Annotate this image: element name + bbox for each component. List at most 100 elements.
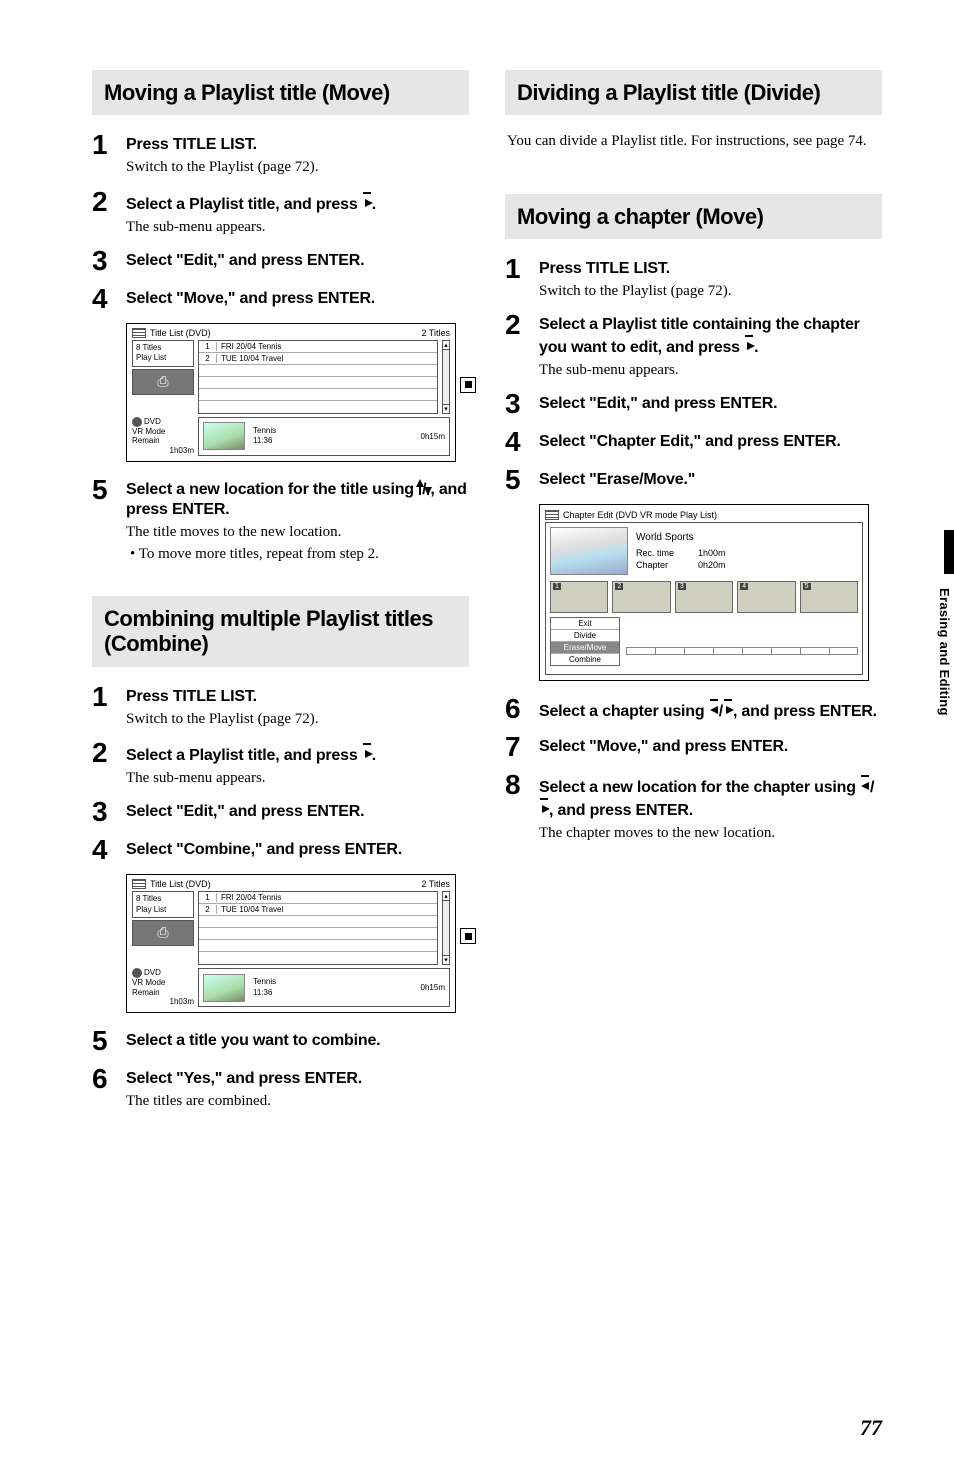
section-header-divide: Dividing a Playlist title (Divide) xyxy=(505,70,882,115)
step-number: 6 xyxy=(92,1065,112,1093)
step-title-part: Select a new location for the title usin… xyxy=(126,481,418,498)
step-title: Select "Chapter Edit," and press ENTER. xyxy=(539,432,882,452)
thumbnail-image xyxy=(203,422,245,450)
timeline-bar xyxy=(626,647,858,655)
thumb-num: 2 xyxy=(615,583,623,590)
ss-header-right: 2 Titles xyxy=(421,879,450,889)
chapter-menu: Exit Divide Erase/Move Combine xyxy=(550,617,620,666)
ss-row-num: 2 xyxy=(199,354,217,363)
step-bullet: • To move more titles, repeat from step … xyxy=(126,544,469,564)
step-title: Select "Combine," and press ENTER. xyxy=(126,840,469,860)
step-number: 3 xyxy=(92,798,112,826)
list-icon xyxy=(545,510,559,520)
step-6: 6 Select "Yes," and press ENTER. The tit… xyxy=(92,1065,469,1111)
thumb-num: 4 xyxy=(740,583,748,590)
step-5: 5 Select a new location for the title us… xyxy=(92,476,469,565)
scroll-up-icon: ▴ xyxy=(444,341,448,349)
step-1: 1 Press TITLE LIST. Switch to the Playli… xyxy=(505,255,882,301)
step-title: Select a new location for the title usin… xyxy=(126,480,469,520)
right-arrow-icon xyxy=(745,335,753,337)
ss-remain-label: Remain xyxy=(132,988,194,998)
step-title-part: . xyxy=(372,747,376,764)
ss-mode2: VR Mode xyxy=(132,427,194,437)
step-number: 7 xyxy=(505,733,525,761)
stop-icon xyxy=(460,928,476,944)
section-header-move-chapter: Moving a chapter (Move) xyxy=(505,194,882,239)
step-number: 1 xyxy=(92,131,112,159)
ss-mode2: VR Mode xyxy=(132,978,194,988)
step-1: 1 Press TITLE LIST. Switch to the Playli… xyxy=(92,131,469,177)
preview-image xyxy=(550,527,628,575)
playlist-icon: ⎙ xyxy=(132,920,194,946)
right-arrow-icon xyxy=(363,743,371,745)
step-6: 6 Select a chapter using /, and press EN… xyxy=(505,695,882,723)
ss-sidebar-text: 8 Titles xyxy=(136,894,190,904)
ss-row-text: TUE 10/04 Travel xyxy=(217,905,437,914)
menu-item-exit: Exit xyxy=(551,618,619,630)
chapter-thumb: 4 xyxy=(737,581,795,613)
step-title-part: Select a Playlist title, and press xyxy=(126,196,362,213)
ss-thumb-area: Tennis 11:36 0h15m xyxy=(198,417,450,456)
section-header-combine: Combining multiple Playlist titles (Comb… xyxy=(92,596,469,667)
step-title-part: Select a Playlist title, and press xyxy=(126,747,362,764)
ss-mode: DVD xyxy=(144,968,161,978)
list-icon xyxy=(132,879,146,889)
step-number: 5 xyxy=(505,466,525,494)
step-desc: Switch to the Playlist (page 72). xyxy=(126,709,469,729)
ss-mode: DVD xyxy=(144,417,161,427)
ss-thumb-area: Tennis 11:36 0h15m xyxy=(198,968,450,1007)
step-desc: The sub-menu appears. xyxy=(126,217,469,237)
step-title: Select "Move," and press ENTER. xyxy=(126,289,469,309)
thumb-num: 3 xyxy=(678,583,686,590)
step-title: Select a Playlist title, and press . xyxy=(126,192,469,215)
scroll-up-icon: ▴ xyxy=(444,892,448,900)
ss-remain: DVD VR Mode Remain 1h03m xyxy=(132,968,194,1007)
step-4: 4 Select "Chapter Edit," and press ENTER… xyxy=(505,428,882,456)
step-title: Select "Move," and press ENTER. xyxy=(539,737,882,757)
rec-time-label: Rec. time xyxy=(636,547,674,560)
step-title-part: , and press ENTER. xyxy=(733,703,877,720)
side-tab-label: Erasing and Editing xyxy=(937,588,952,716)
thumb-title: Tennis xyxy=(253,426,276,436)
ss-row-num: 2 xyxy=(199,905,217,914)
chapter-thumb: 3 xyxy=(675,581,733,613)
thumb-time: 11:36 xyxy=(253,988,276,998)
thumb-num: 5 xyxy=(803,583,811,590)
ss-sidebar-text: 8 Titles xyxy=(136,343,190,353)
page-number: 77 xyxy=(860,1415,882,1441)
step-desc: Switch to the Playlist (page 72). xyxy=(539,281,882,301)
side-tab: Erasing and Editing xyxy=(930,530,954,760)
step-4: 4 Select "Move," and press ENTER. xyxy=(92,285,469,313)
step-number: 6 xyxy=(505,695,525,723)
step-title: Select a Playlist title containing the c… xyxy=(539,315,882,358)
ch-header: Chapter Edit (DVD VR mode Play List) xyxy=(563,510,717,520)
step-7: 7 Select "Move," and press ENTER. xyxy=(505,733,882,761)
step-title: Press TITLE LIST. xyxy=(126,687,469,707)
ss-table: 1FRI 20/04 Tennis 2TUE 10/04 Travel xyxy=(198,340,438,414)
step-title-part: / xyxy=(870,779,874,796)
step-number: 5 xyxy=(92,476,112,504)
step-desc: The sub-menu appears. xyxy=(539,360,882,380)
ss-header-right: 2 Titles xyxy=(421,328,450,338)
list-icon xyxy=(132,328,146,338)
step-title-part: Select a new location for the chapter us… xyxy=(539,779,860,796)
thumb-time: 11:36 xyxy=(253,436,276,446)
step-title: Select "Yes," and press ENTER. xyxy=(126,1069,469,1089)
left-arrow-icon xyxy=(861,775,869,777)
step-number: 2 xyxy=(92,739,112,767)
step-2: 2 Select a Playlist title, and press . T… xyxy=(92,739,469,788)
ss-remain: DVD VR Mode Remain 1h03m xyxy=(132,417,194,456)
step-title: Select a chapter using /, and press ENTE… xyxy=(539,699,882,722)
chapter-edit-screenshot: Chapter Edit (DVD VR mode Play List) Wor… xyxy=(539,504,869,681)
step-title-part: . xyxy=(754,339,758,356)
step-title: Select "Edit," and press ENTER. xyxy=(126,251,469,271)
step-title: Select "Edit," and press ENTER. xyxy=(539,394,882,414)
playlist-icon: ⎙ xyxy=(132,369,194,395)
ss-row-num: 1 xyxy=(199,893,217,902)
thumbnail-image xyxy=(203,974,245,1002)
chapter-time-value: 0h20m xyxy=(698,559,726,572)
chapter-thumb: 1 xyxy=(550,581,608,613)
ss-remain-label: Remain xyxy=(132,436,194,446)
disc-icon xyxy=(132,968,142,978)
step-number: 3 xyxy=(505,390,525,418)
